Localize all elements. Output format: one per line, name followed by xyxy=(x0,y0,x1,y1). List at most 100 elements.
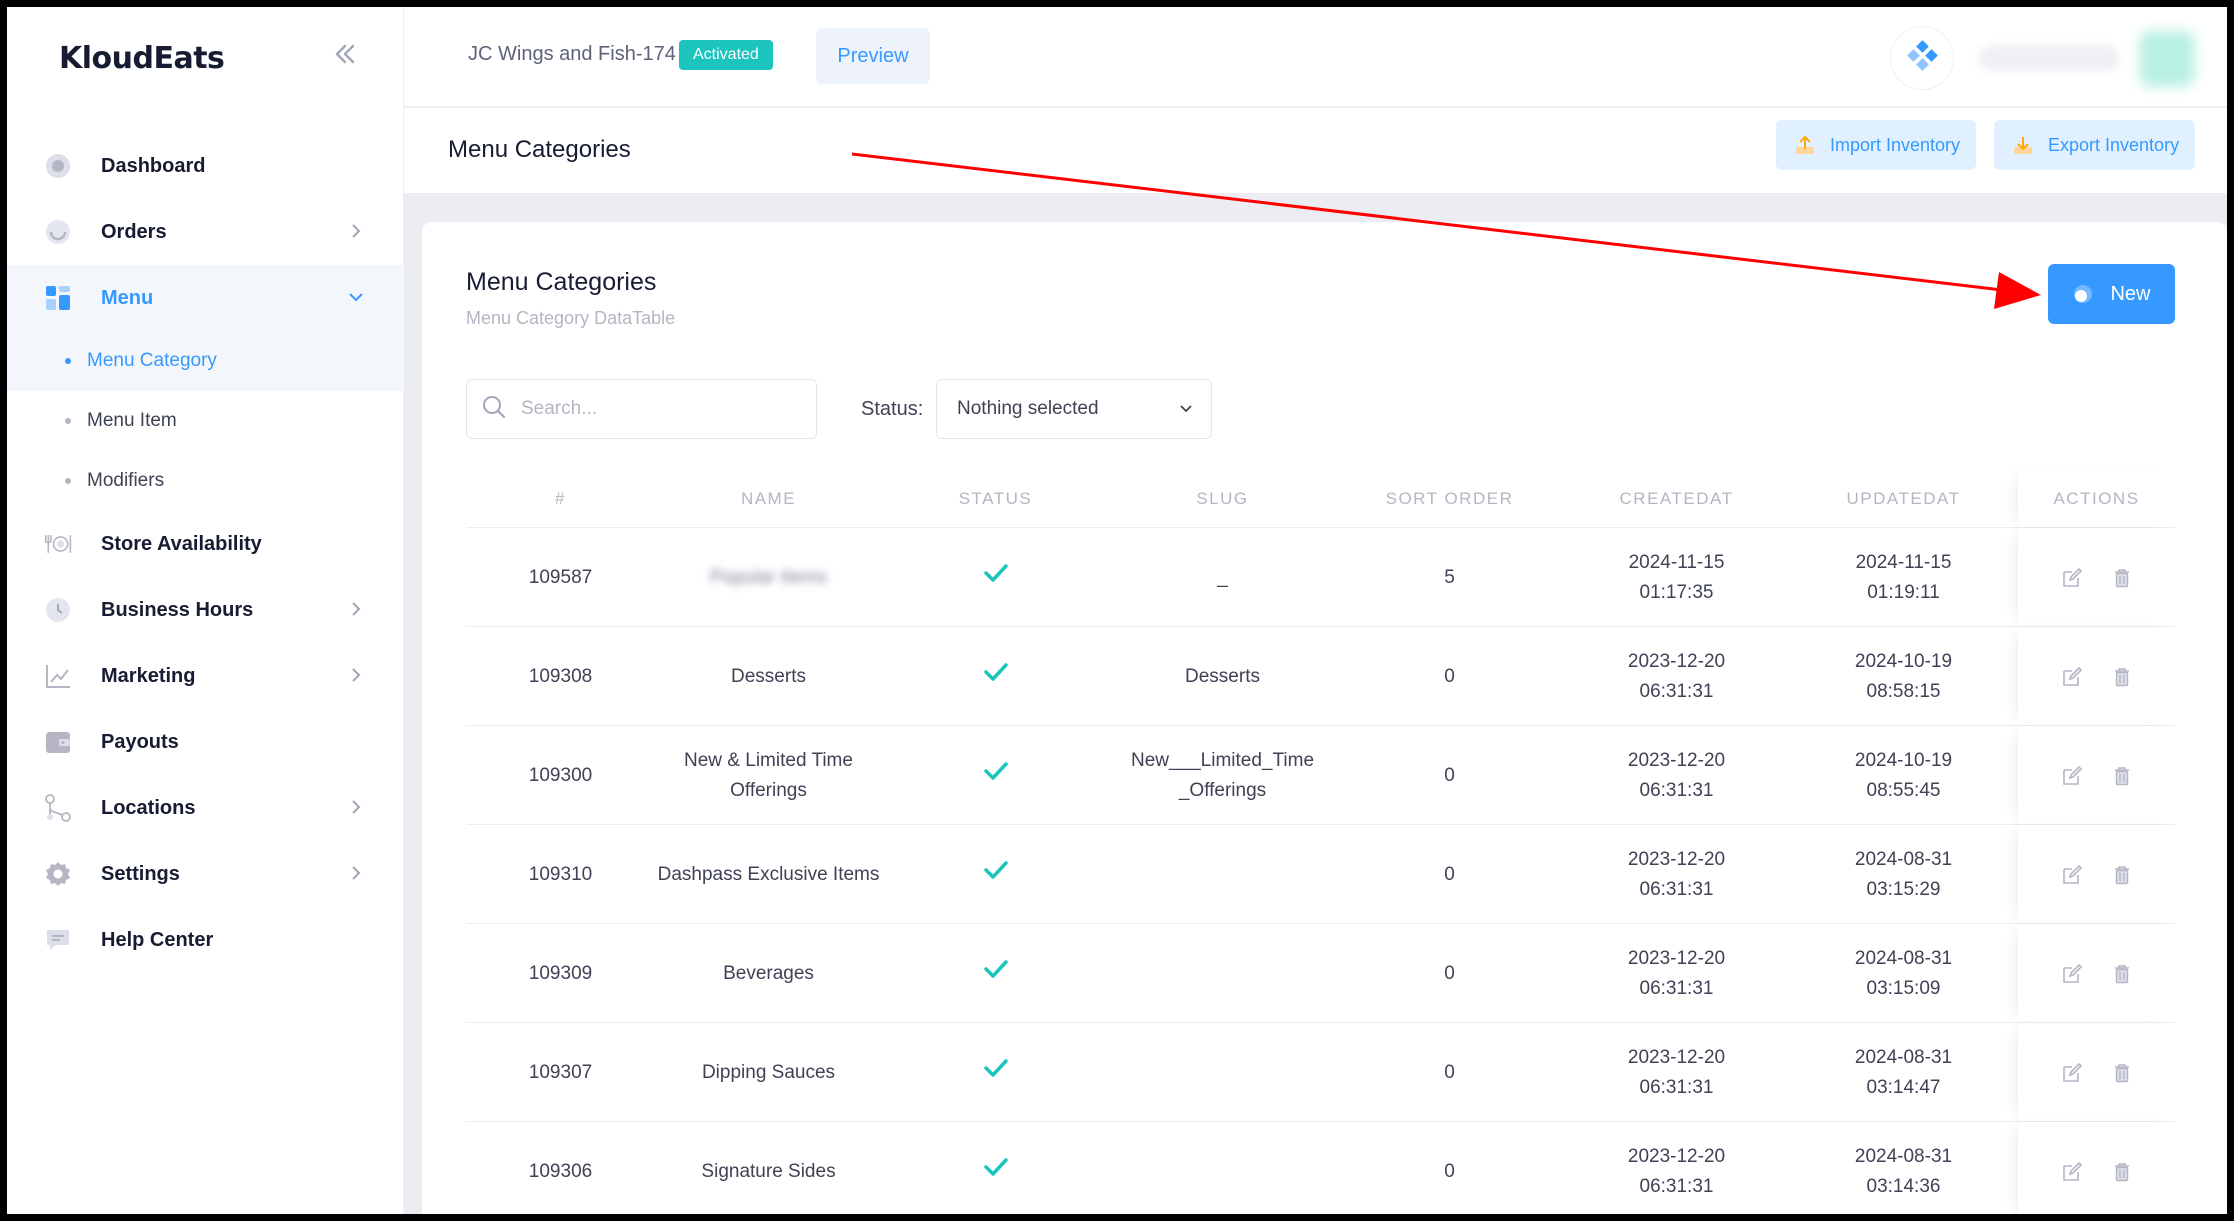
sidebar-item-dashboard[interactable]: Dashboard xyxy=(7,133,404,199)
export-inventory-button[interactable]: Export Inventory xyxy=(1994,120,2196,170)
cell-status xyxy=(882,726,1109,825)
check-icon xyxy=(983,859,1009,891)
check-icon xyxy=(983,562,1009,594)
column-header-createdat[interactable]: CreatedAt xyxy=(1563,470,1790,528)
check-icon xyxy=(983,1156,1009,1188)
cell-sort-order: 0 xyxy=(1336,1023,1563,1122)
import-inventory-button[interactable]: Import Inventory xyxy=(1776,120,1977,170)
cell-status xyxy=(882,825,1109,924)
cell-name: Dipping Sauces xyxy=(655,1023,882,1122)
cell-updatedat: 2024-10-19 08:58:15 xyxy=(1790,627,2017,726)
cell-status xyxy=(882,627,1109,726)
status-filter-select[interactable]: Nothing selected xyxy=(936,379,1212,439)
cell-name-text: New & Limited Time Offerings xyxy=(684,749,853,801)
cell-slug: Desserts xyxy=(1109,627,1336,726)
cell-id-text: 109310 xyxy=(528,863,593,885)
wallet-icon xyxy=(43,727,73,757)
new-button-label: New xyxy=(2110,282,2151,305)
preview-button[interactable]: Preview xyxy=(816,28,930,84)
cell-created-time-text: 06:31:31 xyxy=(1639,1175,1714,1197)
cell-created-date-text: 2023-12-20 xyxy=(1627,1046,1726,1068)
app-switcher-icon[interactable] xyxy=(1891,27,1953,89)
cell-created-date-text: 2023-12-20 xyxy=(1627,650,1726,672)
trash-icon[interactable] xyxy=(2105,660,2139,694)
cell-name: Signature Sides xyxy=(655,1122,882,1214)
cell-id: 109310 xyxy=(466,825,655,924)
collapse-sidebar-icon[interactable] xyxy=(324,39,364,79)
cell-created-date-text: 2023-12-20 xyxy=(1627,848,1726,870)
sidebar-item-label: Dashboard xyxy=(101,154,206,177)
edit-icon[interactable] xyxy=(2055,1155,2089,1189)
cell-name-text: Dipping Sauces xyxy=(701,1061,836,1083)
sidebar-item-payouts[interactable]: Payouts xyxy=(7,709,404,775)
cell-sort-order: 0 xyxy=(1336,627,1563,726)
edit-icon[interactable] xyxy=(2055,957,2089,991)
sidebar-item-orders[interactable]: Orders xyxy=(7,199,404,265)
edit-icon[interactable] xyxy=(2055,561,2089,595)
cell-updatedat: 2024-08-31 03:15:29 xyxy=(1790,825,2017,924)
column-header-slug[interactable]: Slug xyxy=(1109,470,1336,528)
column-header-name[interactable]: Name xyxy=(655,470,882,528)
cell-id-text: 109587 xyxy=(528,566,593,588)
cell-createdat: 2023-12-20 06:31:31 xyxy=(1563,924,1790,1023)
bullet-icon xyxy=(65,358,71,364)
cell-id-text: 109300 xyxy=(528,764,593,786)
cell-createdat: 2024-11-15 01:17:35 xyxy=(1563,528,1790,627)
cell-actions xyxy=(2018,627,2175,726)
sidebar-item-settings[interactable]: Settings xyxy=(7,841,404,907)
sidebar-item-menu[interactable]: Menu xyxy=(7,265,404,331)
edit-icon[interactable] xyxy=(2055,858,2089,892)
cell-updated-date-text: 2024-10-19 xyxy=(1854,749,1953,771)
column-header-status[interactable]: Status xyxy=(882,470,1109,528)
chat-icon xyxy=(43,925,73,955)
trash-icon[interactable] xyxy=(2105,957,2139,991)
chevron-right-icon xyxy=(346,665,368,687)
cell-name: Popular Items xyxy=(655,528,882,627)
sidebar-item-store-availability[interactable]: Store Availability xyxy=(7,511,404,577)
sidebar: KloudEats Dashboard Orders Menu Menu Cat… xyxy=(7,7,404,1214)
download-icon xyxy=(2012,134,2034,156)
column-header-updatedat[interactable]: UpdatedAt xyxy=(1790,470,2017,528)
column-header-id[interactable]: # xyxy=(466,470,655,528)
trash-icon[interactable] xyxy=(2105,858,2139,892)
column-header-sort-order[interactable]: Sort Order xyxy=(1336,470,1563,528)
chevron-right-icon xyxy=(346,863,368,885)
user-name-redacted[interactable] xyxy=(1979,45,2119,71)
cell-created-time-text: 06:31:31 xyxy=(1639,1076,1714,1098)
card-title: Menu Categories xyxy=(466,268,657,296)
avatar[interactable] xyxy=(2139,31,2195,87)
edit-icon[interactable] xyxy=(2055,660,2089,694)
edit-icon[interactable] xyxy=(2055,1056,2089,1090)
trash-icon[interactable] xyxy=(2105,1155,2139,1189)
cell-sort-order: 0 xyxy=(1336,1122,1563,1214)
cell-created-time-text: 06:31:31 xyxy=(1639,878,1714,900)
sidebar-subitem-menu-item[interactable]: Menu Item xyxy=(7,391,404,451)
search-box[interactable] xyxy=(466,379,817,439)
sidebar-subitem-modifiers[interactable]: Modifiers xyxy=(7,451,404,511)
sidebar-item-label: Settings xyxy=(101,862,180,885)
search-input[interactable] xyxy=(521,398,801,420)
sidebar-subitem-menu-category[interactable]: Menu Category xyxy=(7,331,404,391)
new-button[interactable]: New xyxy=(2048,264,2175,324)
trash-icon[interactable] xyxy=(2105,1056,2139,1090)
sidebar-item-business-hours[interactable]: Business Hours xyxy=(7,577,404,643)
cell-name-text: Beverages xyxy=(723,962,814,984)
cell-updated-date-text: 2024-11-15 xyxy=(1855,551,1952,573)
cell-slug-text: _ xyxy=(1217,566,1228,588)
cell-slug: New___Limited_Time _Offerings xyxy=(1109,726,1336,825)
cell-updatedat: 2024-11-15 01:19:11 xyxy=(1790,528,2017,627)
cell-created-date-text: 2024-11-15 xyxy=(1628,551,1725,573)
sidebar-item-marketing[interactable]: Marketing xyxy=(7,643,404,709)
cell-createdat: 2023-12-20 06:31:31 xyxy=(1563,825,1790,924)
trash-icon[interactable] xyxy=(2105,561,2139,595)
cell-id: 109587 xyxy=(466,528,655,627)
edit-icon[interactable] xyxy=(2055,759,2089,793)
cell-sort-text: 0 xyxy=(1444,863,1455,885)
trash-icon[interactable] xyxy=(2105,759,2139,793)
cell-id: 109300 xyxy=(466,726,655,825)
sidebar-subitem-label: Menu Item xyxy=(87,410,177,431)
column-header-actions: Actions xyxy=(2053,489,2140,508)
sidebar-item-locations[interactable]: Locations xyxy=(7,775,404,841)
sidebar-item-help-center[interactable]: Help Center xyxy=(7,907,404,973)
cell-updated-time-text: 01:19:11 xyxy=(1867,581,1940,603)
